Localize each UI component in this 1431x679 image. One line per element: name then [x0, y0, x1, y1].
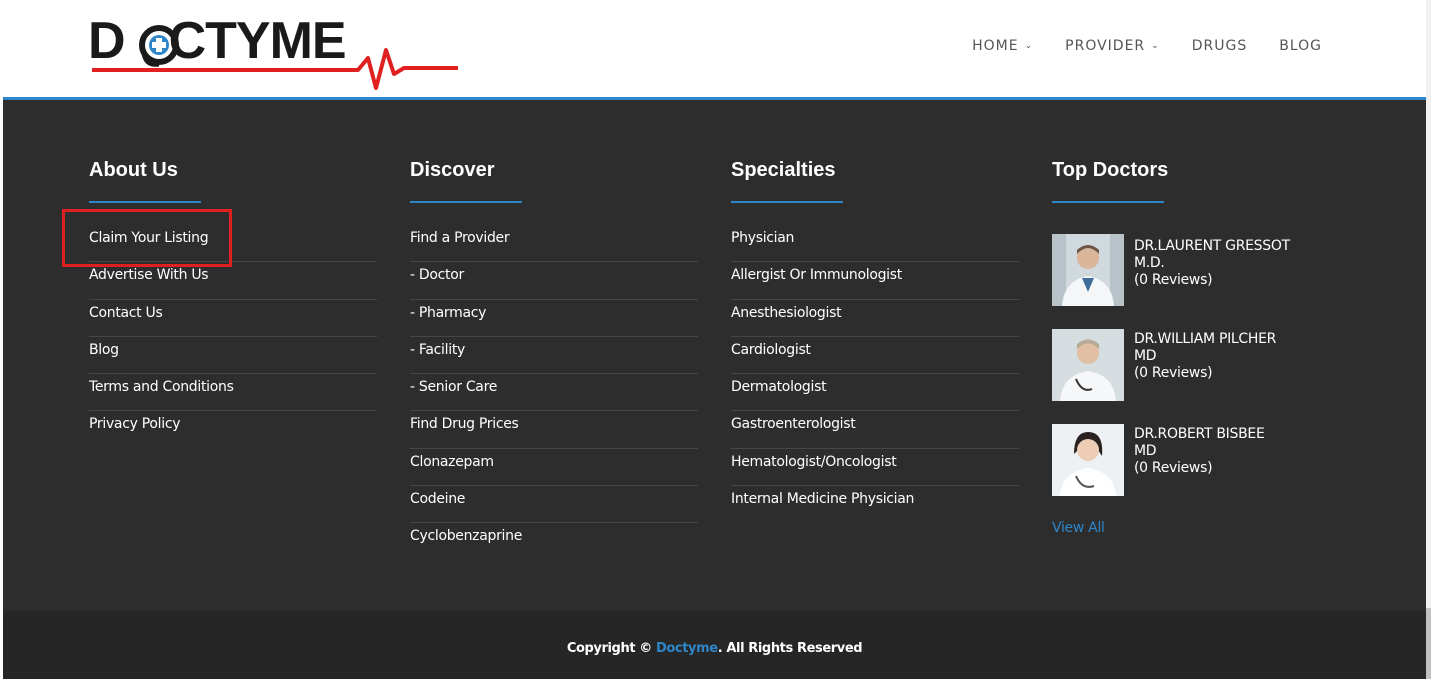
site-header: D CTYME HOME ⌄ PROVIDER ⌄ DRUGS BLOG	[0, 0, 1426, 97]
link-advertise[interactable]: Advertise With Us	[89, 262, 377, 300]
title-underline	[89, 201, 201, 203]
footer-top-doctors-column: Top Doctors DR.LAURENT GRESSOT M.D. (0 R…	[1052, 157, 1322, 537]
link-gastroenterologist[interactable]: Gastroenterologist	[731, 411, 1019, 449]
link-physician[interactable]: Physician	[731, 225, 1019, 263]
link-doctor[interactable]: - Doctor	[410, 262, 698, 300]
scrollbar-thumb[interactable]	[1426, 608, 1431, 679]
link-codeine[interactable]: Codeine	[410, 486, 698, 524]
title-underline	[410, 201, 522, 203]
doctor-info: DR.LAURENT GRESSOT M.D. (0 Reviews)	[1134, 234, 1290, 329]
doctor-card[interactable]: DR.LAURENT GRESSOT M.D. (0 Reviews)	[1052, 234, 1322, 329]
link-clonazepam[interactable]: Clonazepam	[410, 449, 698, 487]
footer-specialties-column: Specialties Physician Allergist Or Immun…	[731, 157, 1019, 523]
link-anesthesiologist[interactable]: Anesthesiologist	[731, 300, 1019, 337]
footer-about-column: About Us Claim Your Listing Advertise Wi…	[89, 157, 377, 449]
chevron-down-icon: ⌄	[1024, 41, 1034, 51]
view-all-link[interactable]: View All	[1052, 520, 1105, 536]
stethoscope-cross-icon	[139, 25, 179, 67]
doctor-name: DR.ROBERT BISBEE	[1134, 426, 1265, 442]
doctor-photo	[1052, 329, 1124, 401]
doctor-name: DR.WILLIAM PILCHER	[1134, 331, 1277, 347]
doctor-degree: MD	[1134, 348, 1157, 364]
nav-blog[interactable]: BLOG	[1279, 38, 1322, 54]
nav-provider-label: PROVIDER	[1065, 38, 1146, 54]
doctor-info: DR.WILLIAM PILCHER MD (0 Reviews)	[1134, 329, 1276, 424]
nav-blog-label: BLOG	[1279, 38, 1322, 54]
top-doctors-title: Top Doctors	[1052, 159, 1169, 181]
link-terms[interactable]: Terms and Conditions	[89, 374, 377, 412]
link-find-drug-prices[interactable]: Find Drug Prices	[410, 411, 698, 449]
nav-drugs-label: DRUGS	[1191, 38, 1248, 54]
doctor-degree: MD	[1134, 443, 1157, 459]
about-title: About Us	[89, 159, 178, 181]
discover-title: Discover	[410, 159, 495, 181]
doctor-info: DR.ROBERT BISBEE MD (0 Reviews)	[1134, 424, 1265, 519]
nav-drugs[interactable]: DRUGS	[1192, 38, 1248, 54]
link-dermatologist[interactable]: Dermatologist	[731, 374, 1019, 412]
doctor-photo	[1052, 234, 1124, 306]
link-contact[interactable]: Contact Us	[89, 300, 377, 337]
link-privacy[interactable]: Privacy Policy	[89, 411, 377, 448]
link-find-provider[interactable]: Find a Provider	[410, 225, 698, 263]
title-underline	[731, 201, 843, 203]
doctor-reviews: (0 Reviews)	[1134, 272, 1213, 288]
chevron-down-icon: ⌄	[1151, 41, 1160, 51]
doctyme-logo[interactable]: D CTYME	[88, 10, 460, 98]
doctor-degree: M.D.	[1134, 255, 1165, 271]
title-underline	[1052, 201, 1164, 203]
main-nav: HOME ⌄ PROVIDER ⌄ DRUGS BLOG	[972, 38, 1322, 54]
link-cyclobenzaprine[interactable]: Cyclobenzaprine	[410, 523, 698, 560]
link-cardiologist[interactable]: Cardiologist	[731, 337, 1019, 375]
copyright-suffix: . All Rights Reserved	[717, 641, 863, 656]
link-blog[interactable]: Blog	[89, 337, 377, 375]
link-senior-care[interactable]: - Senior Care	[410, 374, 698, 412]
copyright-brand-link[interactable]: Doctyme	[656, 641, 718, 656]
doctor-reviews: (0 Reviews)	[1134, 365, 1213, 381]
doctor-name: DR.LAURENT GRESSOT	[1134, 238, 1290, 254]
link-hematologist[interactable]: Hematologist/Oncologist	[731, 449, 1019, 487]
doctor-card[interactable]: DR.ROBERT BISBEE MD (0 Reviews)	[1052, 424, 1322, 519]
scrollbar[interactable]	[1426, 0, 1431, 679]
link-pharmacy[interactable]: - Pharmacy	[410, 300, 698, 337]
specialties-title: Specialties	[731, 159, 836, 181]
footer: About Us Claim Your Listing Advertise Wi…	[3, 100, 1426, 611]
nav-provider[interactable]: PROVIDER ⌄	[1065, 38, 1160, 54]
nav-home[interactable]: HOME ⌄	[972, 38, 1033, 54]
copyright-prefix: Copyright ©	[566, 641, 656, 656]
highlight-box	[62, 209, 232, 267]
copyright-bar: Copyright © Doctyme. All Rights Reserved	[3, 611, 1426, 679]
doctor-reviews: (0 Reviews)	[1134, 460, 1213, 476]
footer-discover-column: Discover Find a Provider - Doctor - Phar…	[410, 157, 698, 561]
nav-home-label: HOME	[972, 38, 1019, 54]
doctor-card[interactable]: DR.WILLIAM PILCHER MD (0 Reviews)	[1052, 329, 1322, 424]
logo-wordmark: D CTYME	[88, 12, 347, 70]
link-allergist[interactable]: Allergist Or Immunologist	[731, 262, 1019, 300]
link-facility[interactable]: - Facility	[410, 337, 698, 375]
copyright-text: Copyright © Doctyme. All Rights Reserved	[3, 641, 1426, 656]
doctor-photo	[1052, 424, 1124, 496]
link-internal-medicine[interactable]: Internal Medicine Physician	[731, 486, 1019, 523]
